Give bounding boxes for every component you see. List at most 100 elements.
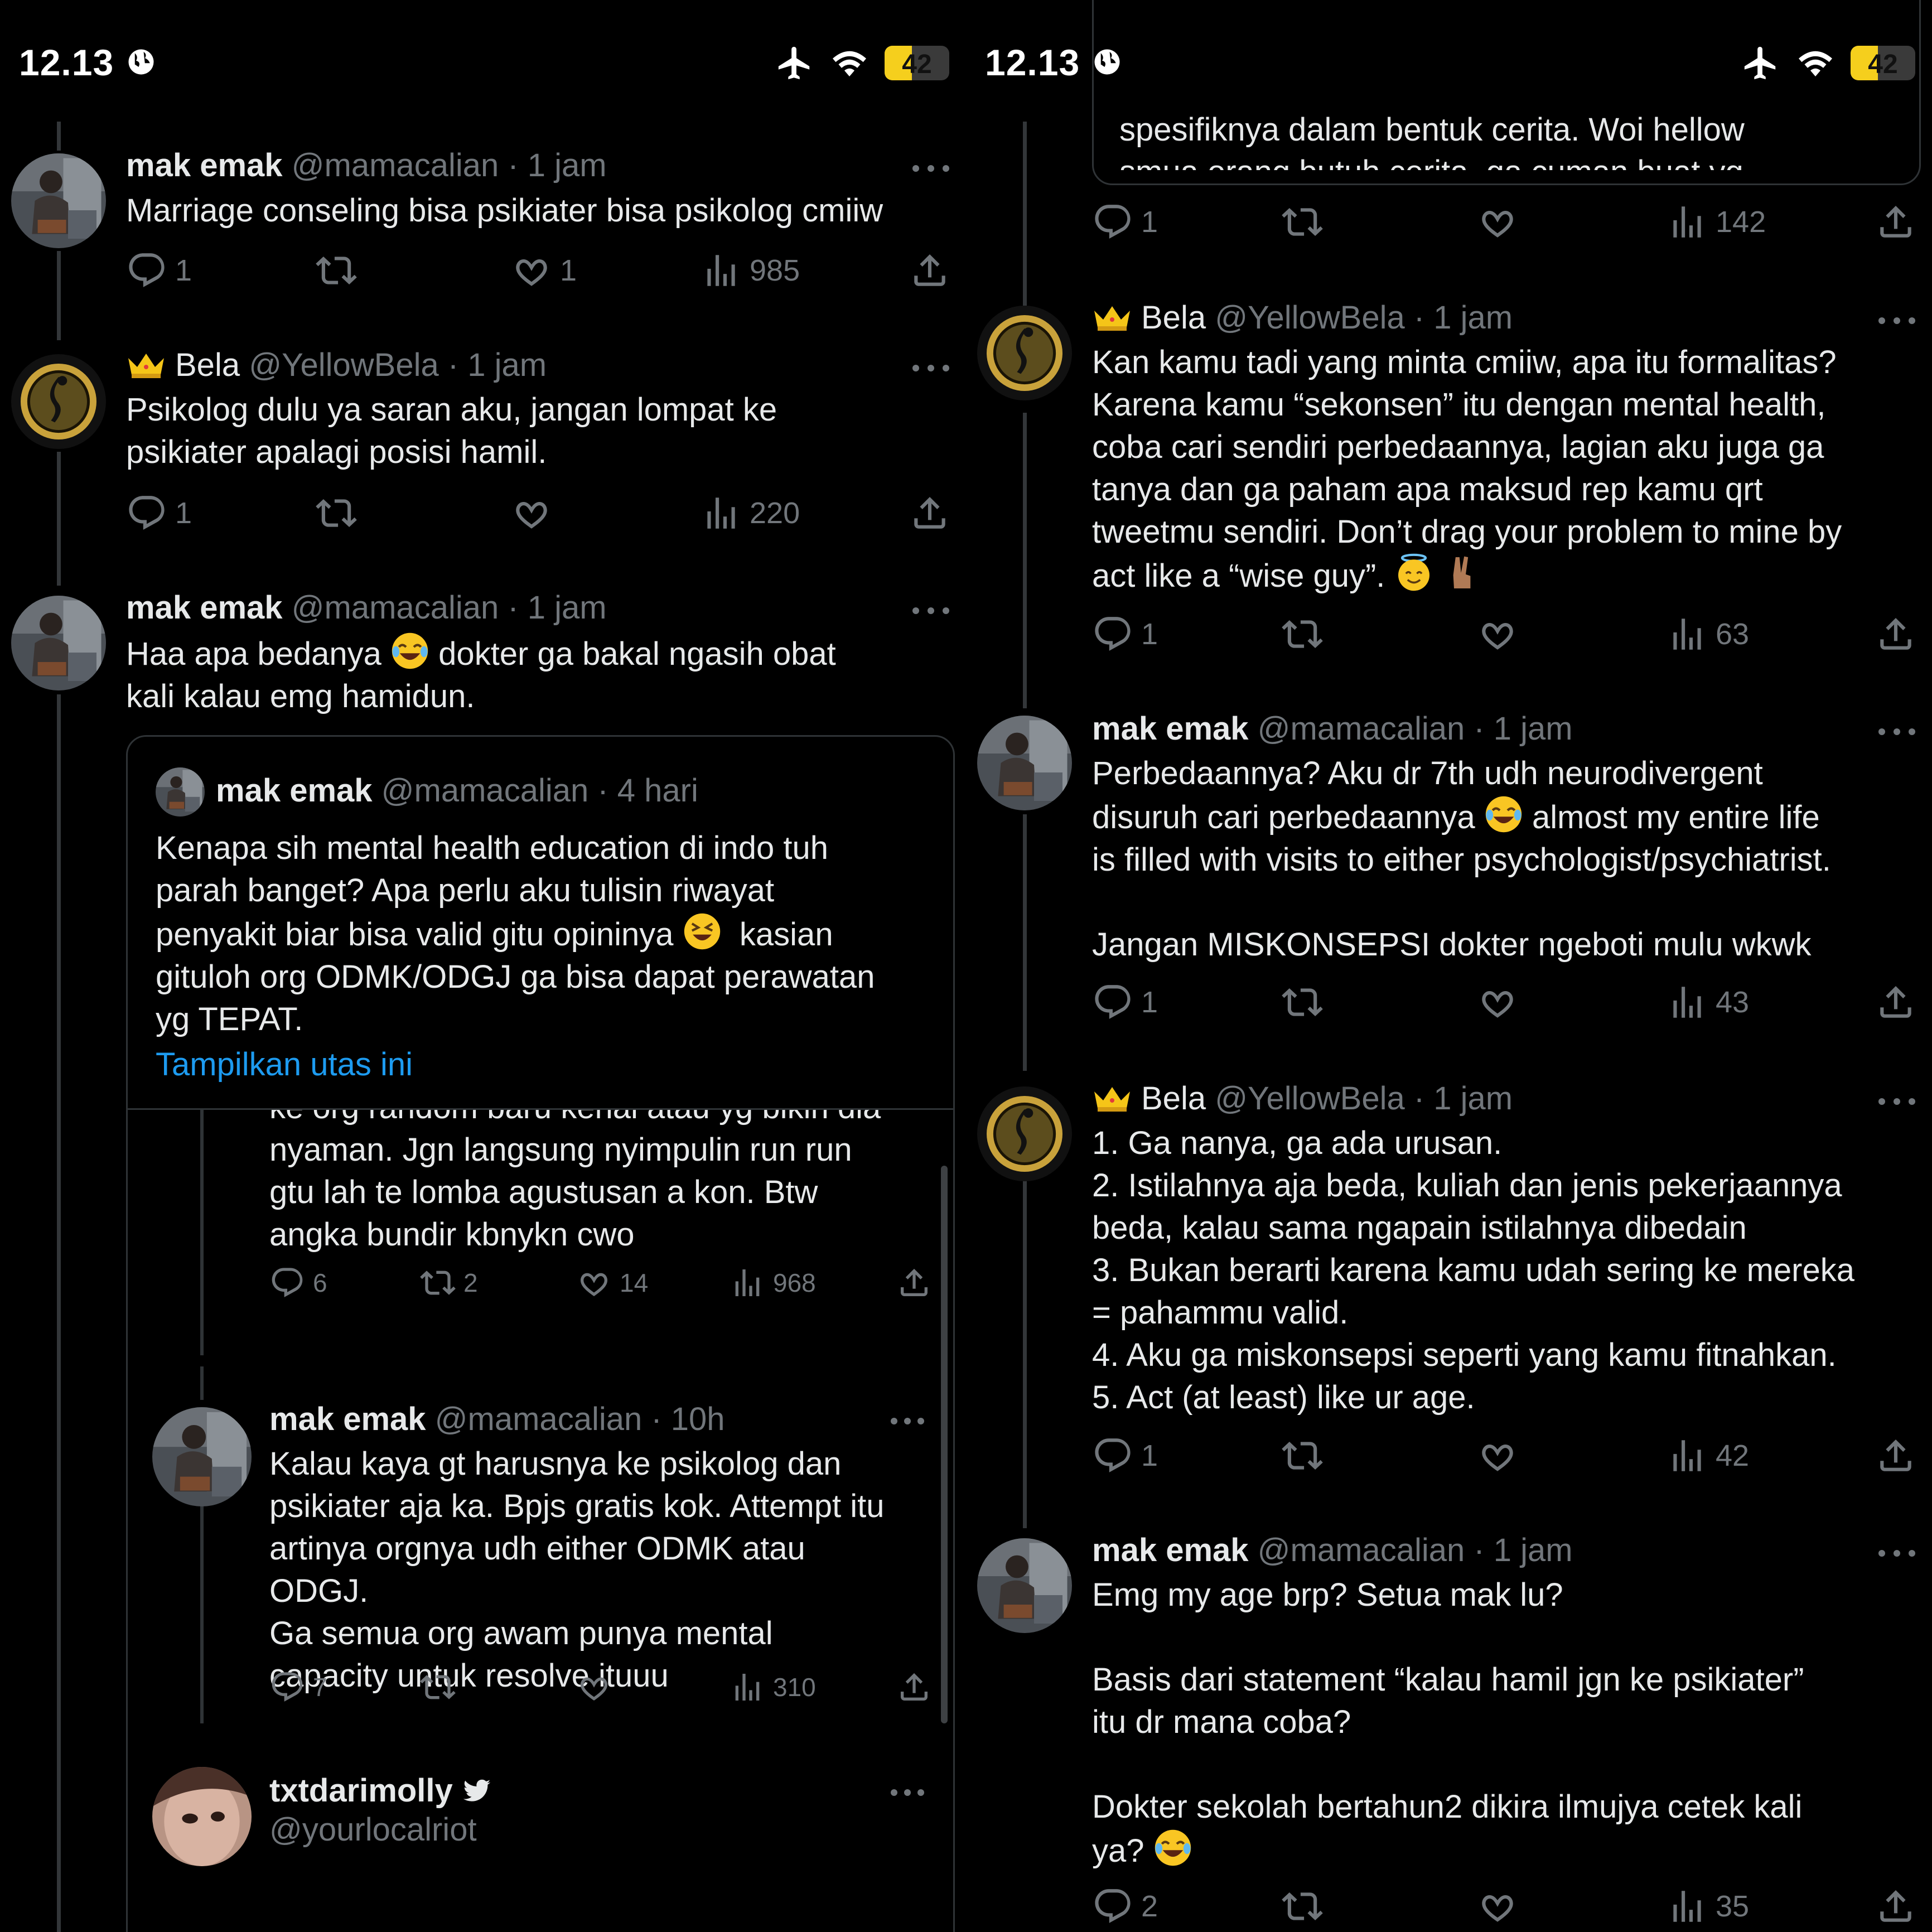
reply-button[interactable]: 7 (269, 1665, 327, 1709)
share-button[interactable] (896, 1665, 932, 1709)
display-name[interactable]: mak emak (126, 147, 283, 183)
tweet-text: Psikolog dulu ya saran aku, jangan lompa… (126, 392, 777, 470)
views-button[interactable]: 63 (1667, 612, 1749, 656)
like-button[interactable] (576, 1665, 612, 1709)
reply-button[interactable]: 1 (126, 491, 192, 535)
reply-button[interactable]: 1 (1092, 612, 1158, 656)
timestamp[interactable]: · 1 jam (1414, 1080, 1513, 1117)
more-icon[interactable] (891, 1414, 930, 1426)
views-button[interactable]: 220 (701, 491, 800, 535)
username[interactable]: @YellowBela (249, 347, 439, 383)
username[interactable]: @mamacalian (292, 147, 499, 183)
battery-icon: 42 (885, 46, 949, 80)
like-button[interactable] (1477, 980, 1518, 1025)
avatar[interactable] (11, 354, 106, 449)
display-name[interactable]: mak emak (1092, 1532, 1249, 1568)
username[interactable]: @YellowBela (1215, 300, 1405, 336)
reply-button[interactable]: 1 (1092, 200, 1158, 244)
display-name[interactable]: mak emak (1092, 711, 1249, 747)
tweet-text-part: Emg my age brp? Setua mak lu? Basis dari… (1092, 1577, 1804, 1869)
avatar[interactable] (156, 767, 205, 817)
avatar[interactable] (977, 306, 1072, 400)
like-button[interactable] (511, 491, 552, 535)
display-name[interactable]: Bela (1141, 300, 1206, 336)
avatar[interactable] (152, 1407, 252, 1506)
retweet-button[interactable] (316, 491, 357, 535)
like-button[interactable] (1477, 200, 1518, 244)
share-button[interactable] (909, 491, 950, 535)
username[interactable]: @YellowBela (1215, 1080, 1405, 1117)
share-button[interactable] (1875, 1433, 1916, 1478)
more-icon[interactable] (1878, 725, 1917, 736)
avatar[interactable] (152, 1767, 252, 1866)
avatar[interactable] (11, 596, 106, 690)
reply-icon (1092, 982, 1133, 1023)
views-button[interactable]: 142 (1667, 200, 1766, 244)
display-name[interactable]: Bela (175, 347, 240, 383)
retweet-button[interactable] (1282, 612, 1323, 656)
timestamp[interactable]: · 1 jam (448, 347, 547, 383)
retweet-icon (420, 1669, 456, 1705)
views-button[interactable]: 42 (1667, 1433, 1749, 1478)
share-button[interactable] (909, 248, 950, 293)
timestamp[interactable]: · 1 jam (1414, 300, 1513, 336)
username[interactable]: @mamacalian (1258, 711, 1465, 747)
display-name[interactable]: Bela (1141, 1080, 1206, 1117)
scrollbar[interactable] (941, 1166, 948, 1723)
timestamp[interactable]: · 1 jam (508, 590, 606, 626)
timestamp[interactable]: · 1 jam (1474, 1532, 1572, 1568)
reply-button[interactable]: 1 (1092, 980, 1158, 1025)
verified-bird-icon (463, 1779, 491, 1801)
timestamp[interactable]: · 1 jam (1474, 711, 1572, 747)
retweet-button[interactable] (1282, 1884, 1323, 1929)
more-icon[interactable] (912, 604, 951, 615)
laughing-tears-emoji (1484, 795, 1523, 834)
show-thread-link[interactable]: Tampilkan utas ini (156, 1044, 413, 1086)
more-icon[interactable] (1878, 1547, 1917, 1558)
avatar[interactable] (977, 1538, 1072, 1633)
share-button[interactable] (1875, 1884, 1916, 1929)
display-name[interactable]: mak emak (126, 590, 283, 626)
like-button[interactable]: 1 (511, 248, 577, 293)
like-button[interactable] (1477, 612, 1518, 656)
retweet-button[interactable] (420, 1665, 456, 1709)
retweet-button[interactable] (1282, 980, 1323, 1025)
crown-icon (1092, 303, 1132, 332)
views-button[interactable]: 43 (1667, 980, 1749, 1025)
username[interactable]: @mamacalian (292, 590, 499, 626)
reply-button[interactable]: 1 (126, 248, 192, 293)
retweet-button[interactable] (316, 248, 357, 293)
avatar[interactable] (977, 716, 1072, 810)
more-icon[interactable] (912, 361, 951, 373)
retweet-button[interactable]: 2 (420, 1260, 478, 1305)
views-button[interactable]: 35 (1667, 1884, 1749, 1929)
share-button[interactable] (1875, 200, 1916, 244)
more-icon[interactable] (1878, 314, 1917, 325)
more-icon[interactable] (1878, 1095, 1917, 1106)
like-button[interactable]: 14 (576, 1260, 648, 1305)
avatar[interactable] (11, 153, 106, 248)
views-button[interactable]: 310 (730, 1665, 816, 1709)
retweet-button[interactable] (1282, 200, 1323, 244)
share-button[interactable] (1875, 980, 1916, 1025)
more-icon[interactable] (891, 1786, 930, 1797)
tweet-actions: 1 142 (1092, 200, 1917, 244)
timestamp[interactable]: · 1 jam (508, 147, 606, 183)
views-button[interactable]: 968 (730, 1260, 816, 1305)
share-button[interactable] (1875, 612, 1916, 656)
views-icon (701, 492, 742, 534)
username[interactable]: @mamacalian (1258, 1532, 1465, 1568)
reply-button[interactable]: 1 (1092, 1433, 1158, 1478)
avatar[interactable] (977, 1086, 1072, 1181)
quoted-tweet-card[interactable]: mak emak @mamacalian · 4 hari Kenapa sih… (126, 735, 955, 1932)
quoted-tweet-card[interactable]: spesifiknya dalam bentuk cerita. Woi hel… (1092, 0, 1921, 185)
reply-button[interactable]: 2 (1092, 1884, 1158, 1929)
retweet-button[interactable] (1282, 1433, 1323, 1478)
like-button[interactable] (1477, 1884, 1518, 1929)
reply-button[interactable]: 6 (269, 1260, 327, 1305)
views-button[interactable]: 985 (701, 248, 800, 293)
tweet-header: mak emak @mamacalian · 1 jam (126, 146, 607, 185)
like-button[interactable] (1477, 1433, 1518, 1478)
more-icon[interactable] (912, 162, 951, 173)
share-button[interactable] (896, 1260, 932, 1305)
